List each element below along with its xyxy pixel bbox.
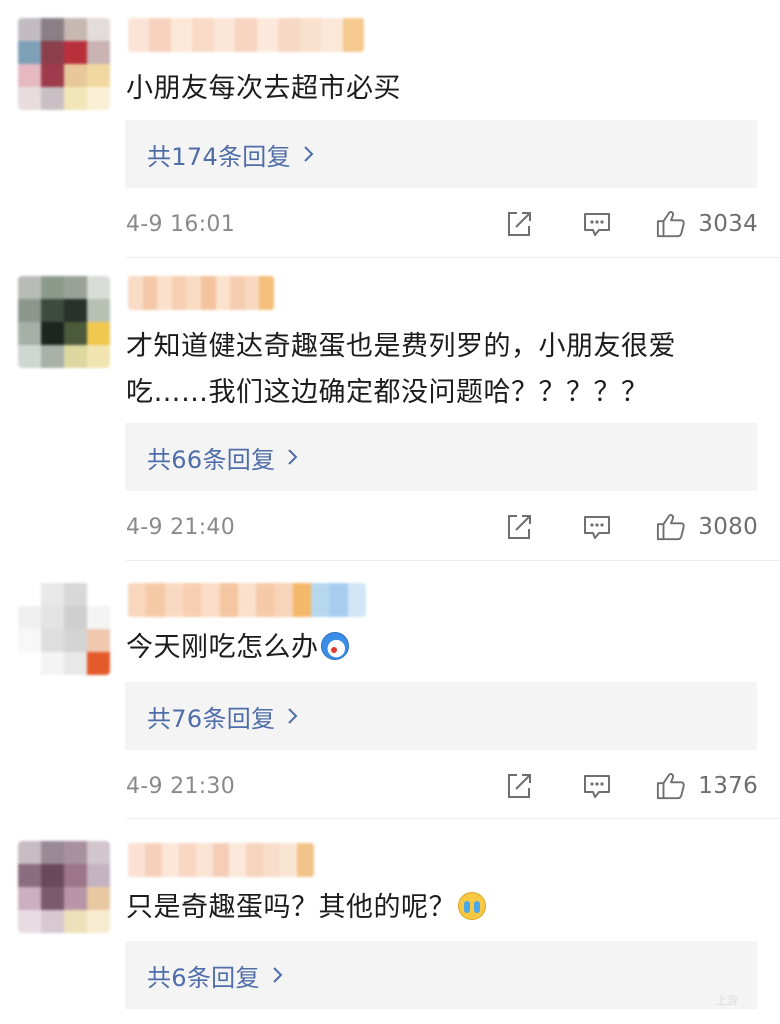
reply-count-label: 共76条回复 [147, 704, 276, 733]
comment-feed: 小朋友每次去超市必买 共174条回复 4-9 16:01 3034 才知道健达奇… [0, 0, 780, 1024]
share-icon[interactable] [504, 209, 534, 239]
username-blurred[interactable] [128, 276, 274, 310]
comment-item: 只是奇趣蛋吗？其他的呢？ 共6条回复 [0, 819, 780, 1024]
timestamp: 4-9 21:40 [126, 514, 236, 540]
comment-icon[interactable] [582, 209, 612, 239]
chevron-right-icon [287, 449, 303, 465]
chevron-right-icon [287, 708, 303, 724]
doraemon-emoji-icon [320, 632, 349, 660]
view-replies-button[interactable]: 共66条回复 [125, 423, 757, 491]
view-replies-button[interactable]: 共76条回复 [125, 682, 757, 750]
comment-icon[interactable] [582, 512, 612, 542]
comment-text-content: 只是奇趣蛋吗？其他的呢？ [126, 892, 456, 923]
thumbs-up-icon [656, 209, 686, 239]
share-icon[interactable] [504, 771, 534, 801]
like-count: 3080 [698, 514, 758, 540]
comment-meta: 4-9 21:30 1376 [126, 766, 758, 806]
username-blurred[interactable] [128, 583, 366, 617]
comment-item: 才知道健达奇趣蛋也是费列罗的，小朋友很爱吃……我们这边确定都没问题哈？？？？？ … [0, 258, 780, 561]
avatar[interactable] [18, 583, 110, 675]
thumbs-up-icon [656, 771, 686, 801]
share-icon[interactable] [504, 512, 534, 542]
timestamp: 4-9 16:01 [126, 211, 236, 237]
comment-actions: 3034 [504, 209, 758, 239]
comment-actions: 1376 [504, 771, 758, 801]
crying-emoji-icon [458, 892, 486, 920]
thumbs-up-icon [656, 512, 686, 542]
watermark: 上游 [716, 994, 738, 1007]
view-replies-button[interactable]: 共174条回复 [125, 120, 757, 188]
comment-text-content: 小朋友每次去超市必买 [126, 73, 401, 104]
like-button[interactable]: 3080 [656, 512, 758, 542]
comment-meta: 4-9 21:40 3080 [126, 507, 758, 547]
comment-text: 小朋友每次去超市必买 [126, 66, 750, 112]
avatar[interactable] [18, 18, 110, 110]
reply-count-label: 共66条回复 [147, 445, 276, 474]
comment-item: 今天刚吃怎么办 共76条回复 4-9 21:30 1376 [0, 561, 780, 819]
username-blurred[interactable] [128, 843, 314, 877]
view-replies-button[interactable]: 共6条回复 [125, 941, 757, 1009]
timestamp: 4-9 21:30 [126, 773, 236, 799]
chevron-right-icon [272, 967, 288, 983]
username-blurred[interactable] [128, 18, 364, 52]
comment-text: 今天刚吃怎么办 [126, 625, 750, 671]
like-count: 1376 [698, 773, 758, 799]
comment-actions: 3080 [504, 512, 758, 542]
like-count: 3034 [698, 211, 758, 237]
comment-meta: 4-9 16:01 3034 [126, 204, 758, 244]
comment-text: 只是奇趣蛋吗？其他的呢？ [126, 885, 750, 931]
reply-count-label: 共6条回复 [147, 963, 260, 992]
comment-text-content: 才知道健达奇趣蛋也是费列罗的，小朋友很爱吃……我们这边确定都没问题哈？？？？？ [126, 331, 676, 408]
comment-icon[interactable] [582, 771, 612, 801]
comment-item: 小朋友每次去超市必买 共174条回复 4-9 16:01 3034 [0, 0, 780, 258]
like-button[interactable]: 3034 [656, 209, 758, 239]
comment-text: 才知道健达奇趣蛋也是费列罗的，小朋友很爱吃……我们这边确定都没问题哈？？？？？ [126, 324, 750, 416]
comment-text-content: 今天刚吃怎么办 [126, 632, 319, 663]
avatar[interactable] [18, 841, 110, 933]
reply-count-label: 共174条回复 [147, 142, 291, 171]
avatar[interactable] [18, 276, 110, 368]
chevron-right-icon [303, 146, 319, 162]
like-button[interactable]: 1376 [656, 771, 758, 801]
